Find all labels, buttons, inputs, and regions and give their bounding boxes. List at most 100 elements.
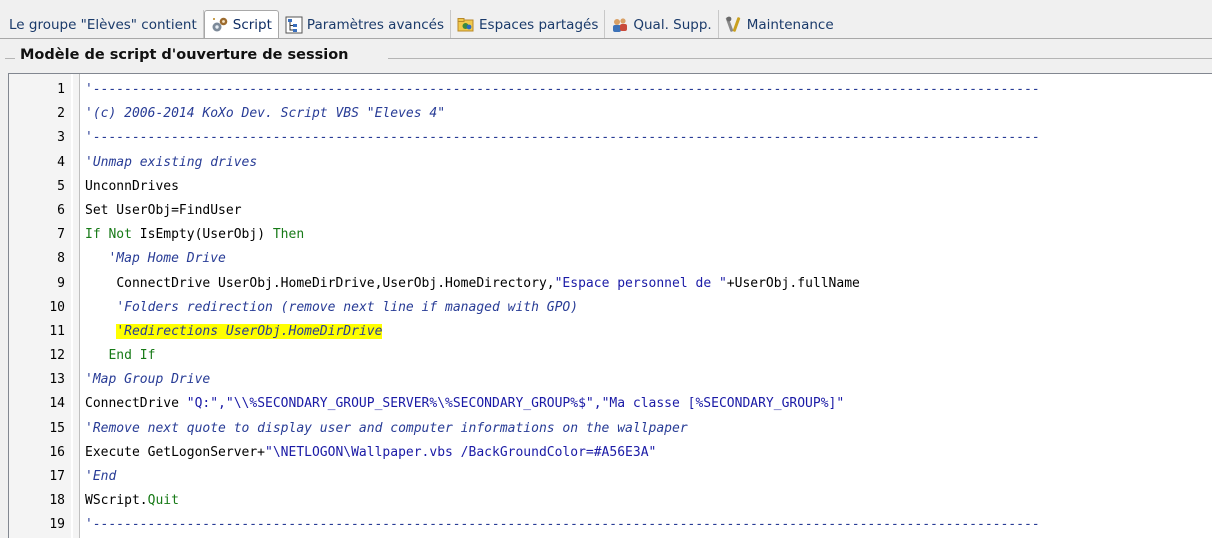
code-token: "Espace personnel de " bbox=[554, 275, 727, 291]
code-text[interactable]: ConnectDrive UserObj.HomeDirDrive,UserOb… bbox=[85, 272, 860, 296]
code-line: 11 'Redirections UserObj.HomeDirDrive bbox=[9, 320, 1212, 344]
code-token: '---------------------------------------… bbox=[85, 82, 1040, 97]
shared-folders-icon bbox=[457, 16, 475, 34]
code-text[interactable]: '---------------------------------------… bbox=[85, 78, 1040, 102]
tab-label: Qual. Supp. bbox=[633, 16, 712, 33]
line-number: 18 bbox=[49, 493, 65, 509]
group-rule-left bbox=[5, 58, 15, 59]
code-token: End If bbox=[108, 348, 156, 364]
code-text[interactable]: Execute GetLogonServer+"\NETLOGON\Wallpa… bbox=[85, 441, 656, 465]
tab-bar: Le groupe "Elèves" contient Script Paramèt… bbox=[0, 0, 1212, 46]
code-text[interactable]: UnconnDrives bbox=[85, 175, 179, 199]
line-number: 9 bbox=[57, 275, 65, 291]
code-line: 1 '--------------------------------------… bbox=[9, 78, 1212, 102]
code-token: "Q:","\\%SECONDARY_GROUP_SERVER%\%SECOND… bbox=[186, 396, 845, 412]
code-token: Quit bbox=[147, 493, 179, 509]
line-number: 7 bbox=[57, 227, 65, 243]
code-text[interactable]: If Not IsEmpty(UserObj) Then bbox=[85, 223, 304, 247]
code-token: +UserObj.fullName bbox=[726, 275, 860, 291]
code-line: 7 If Not IsEmpty(UserObj) Then bbox=[9, 223, 1212, 247]
line-number: 14 bbox=[49, 396, 65, 412]
tab-espaces-partag-s[interactable]: Espaces partagés bbox=[451, 10, 606, 39]
code-line: 8 'Map Home Drive bbox=[9, 247, 1212, 271]
tab-param-tres-avanc-s[interactable]: Paramètres avancés bbox=[279, 10, 452, 39]
tab-qual-supp[interactable]: Qual. Supp. bbox=[605, 10, 719, 39]
code-line: 10 'Folders redirection (remove next lin… bbox=[9, 296, 1212, 320]
code-line: 18 WScript.Quit bbox=[9, 489, 1212, 513]
code-token: Set UserObj=FindUser bbox=[85, 202, 242, 218]
code-line: 15 'Remove next quote to display user and… bbox=[9, 417, 1212, 441]
tree-settings-icon bbox=[285, 16, 303, 34]
code-token: If Not bbox=[85, 227, 140, 243]
line-number: 1 bbox=[57, 82, 65, 97]
code-text[interactable]: '---------------------------------------… bbox=[85, 513, 1040, 537]
code-line: 16 Execute GetLogonServer+"\NETLOGON\Wall… bbox=[9, 441, 1212, 465]
tab-label: Paramètres avancés bbox=[306, 16, 445, 33]
code-token: 'Folders redirection (remove next line i… bbox=[116, 299, 579, 315]
line-number: 12 bbox=[49, 348, 65, 364]
code-token: 'End bbox=[85, 469, 117, 484]
group-rule bbox=[388, 58, 1212, 59]
line-number: 8 bbox=[57, 251, 65, 267]
code-text[interactable]: 'End bbox=[85, 465, 116, 489]
code-token: "\NETLOGON\Wallpaper.vbs /BackGroundColo… bbox=[265, 444, 657, 460]
code-token: '---------------------------------------… bbox=[85, 517, 1040, 533]
code-token: Then bbox=[272, 227, 305, 243]
code-token: '(c) 2006-2014 KoXo Dev. Script VBS "Ele… bbox=[85, 106, 446, 122]
code-token: 'Remove next quote to display user and c… bbox=[85, 420, 688, 436]
line-number: 2 bbox=[57, 106, 65, 122]
code-line: 17 'End bbox=[9, 465, 1212, 489]
code-token: 'Map Home Drive bbox=[108, 251, 226, 267]
line-number: 15 bbox=[49, 420, 65, 436]
tab-label: Maintenance bbox=[746, 16, 834, 33]
line-number: 11 bbox=[49, 323, 65, 339]
tab-label: Le groupe "Elèves" contient bbox=[9, 16, 197, 33]
line-number: 13 bbox=[49, 372, 65, 388]
code-token: Execute GetLogonServer+ bbox=[85, 444, 266, 460]
code-token: 'Map Group Drive bbox=[85, 372, 211, 388]
code-text[interactable]: End If bbox=[85, 344, 155, 368]
code-lines: 1 '--------------------------------------… bbox=[9, 78, 1212, 538]
tab-label: Script bbox=[232, 17, 272, 33]
code-line: 19 '-------------------------------------… bbox=[9, 513, 1212, 537]
code-text[interactable]: Set UserObj=FindUser bbox=[85, 199, 242, 223]
tab-maintenance[interactable]: Maintenance bbox=[719, 10, 840, 39]
code-line: 12 End If bbox=[9, 344, 1212, 368]
script-editor[interactable]: 1 '--------------------------------------… bbox=[8, 73, 1212, 538]
code-token: ConnectDrive bbox=[85, 396, 187, 412]
code-text[interactable]: '---------------------------------------… bbox=[85, 126, 1040, 150]
line-number: 6 bbox=[57, 202, 65, 218]
tab-strip: Le groupe "Elèves" contient Script Paramèt… bbox=[3, 10, 840, 39]
code-line: 13 'Map Group Drive bbox=[9, 368, 1212, 392]
tab-script[interactable]: Script bbox=[203, 10, 279, 39]
code-text[interactable]: 'Remove next quote to display user and c… bbox=[85, 417, 688, 441]
tab-label: Espaces partagés bbox=[479, 16, 599, 33]
code-line: 14 ConnectDrive "Q:","\\%SECONDARY_GROUP_… bbox=[9, 392, 1212, 416]
code-token: ConnectDrive UserObj.HomeDirDrive,UserOb… bbox=[116, 275, 555, 291]
line-number: 3 bbox=[57, 130, 65, 146]
code-text[interactable]: 'Folders redirection (remove next line i… bbox=[85, 296, 578, 320]
line-number: 17 bbox=[49, 469, 65, 484]
tab-divider bbox=[0, 38, 1212, 39]
line-number: 16 bbox=[49, 444, 65, 460]
users-icon bbox=[611, 16, 629, 34]
code-token: 'Unmap existing drives bbox=[85, 154, 258, 170]
code-text[interactable]: 'Map Home Drive bbox=[85, 247, 226, 271]
gears-icon bbox=[211, 16, 229, 34]
code-text[interactable]: '(c) 2006-2014 KoXo Dev. Script VBS "Ele… bbox=[85, 102, 445, 126]
code-text[interactable]: ConnectDrive "Q:","\\%SECONDARY_GROUP_SE… bbox=[85, 392, 844, 416]
code-text[interactable]: 'Unmap existing drives bbox=[85, 151, 257, 175]
code-text[interactable]: 'Redirections UserObj.HomeDirDrive bbox=[85, 320, 383, 344]
code-line: 3 '--------------------------------------… bbox=[9, 126, 1212, 150]
code-token: UnconnDrives bbox=[85, 178, 179, 194]
line-number: 19 bbox=[49, 517, 65, 533]
code-text[interactable]: 'Map Group Drive bbox=[85, 368, 210, 392]
line-number: 5 bbox=[57, 178, 65, 194]
code-line: 9 ConnectDrive UserObj.HomeDirDrive,User… bbox=[9, 272, 1212, 296]
tab-le-groupe-el-ves-contient[interactable]: Le groupe "Elèves" contient bbox=[3, 10, 204, 39]
group-title: Modèle de script d'ouverture de session bbox=[20, 47, 349, 63]
highlighted-token: 'Redirections UserObj.HomeDirDrive bbox=[116, 323, 383, 339]
code-line: 2 '(c) 2006-2014 KoXo Dev. Script VBS "El… bbox=[9, 102, 1212, 126]
code-text[interactable]: WScript.Quit bbox=[85, 489, 179, 513]
code-token: '---------------------------------------… bbox=[85, 130, 1040, 146]
